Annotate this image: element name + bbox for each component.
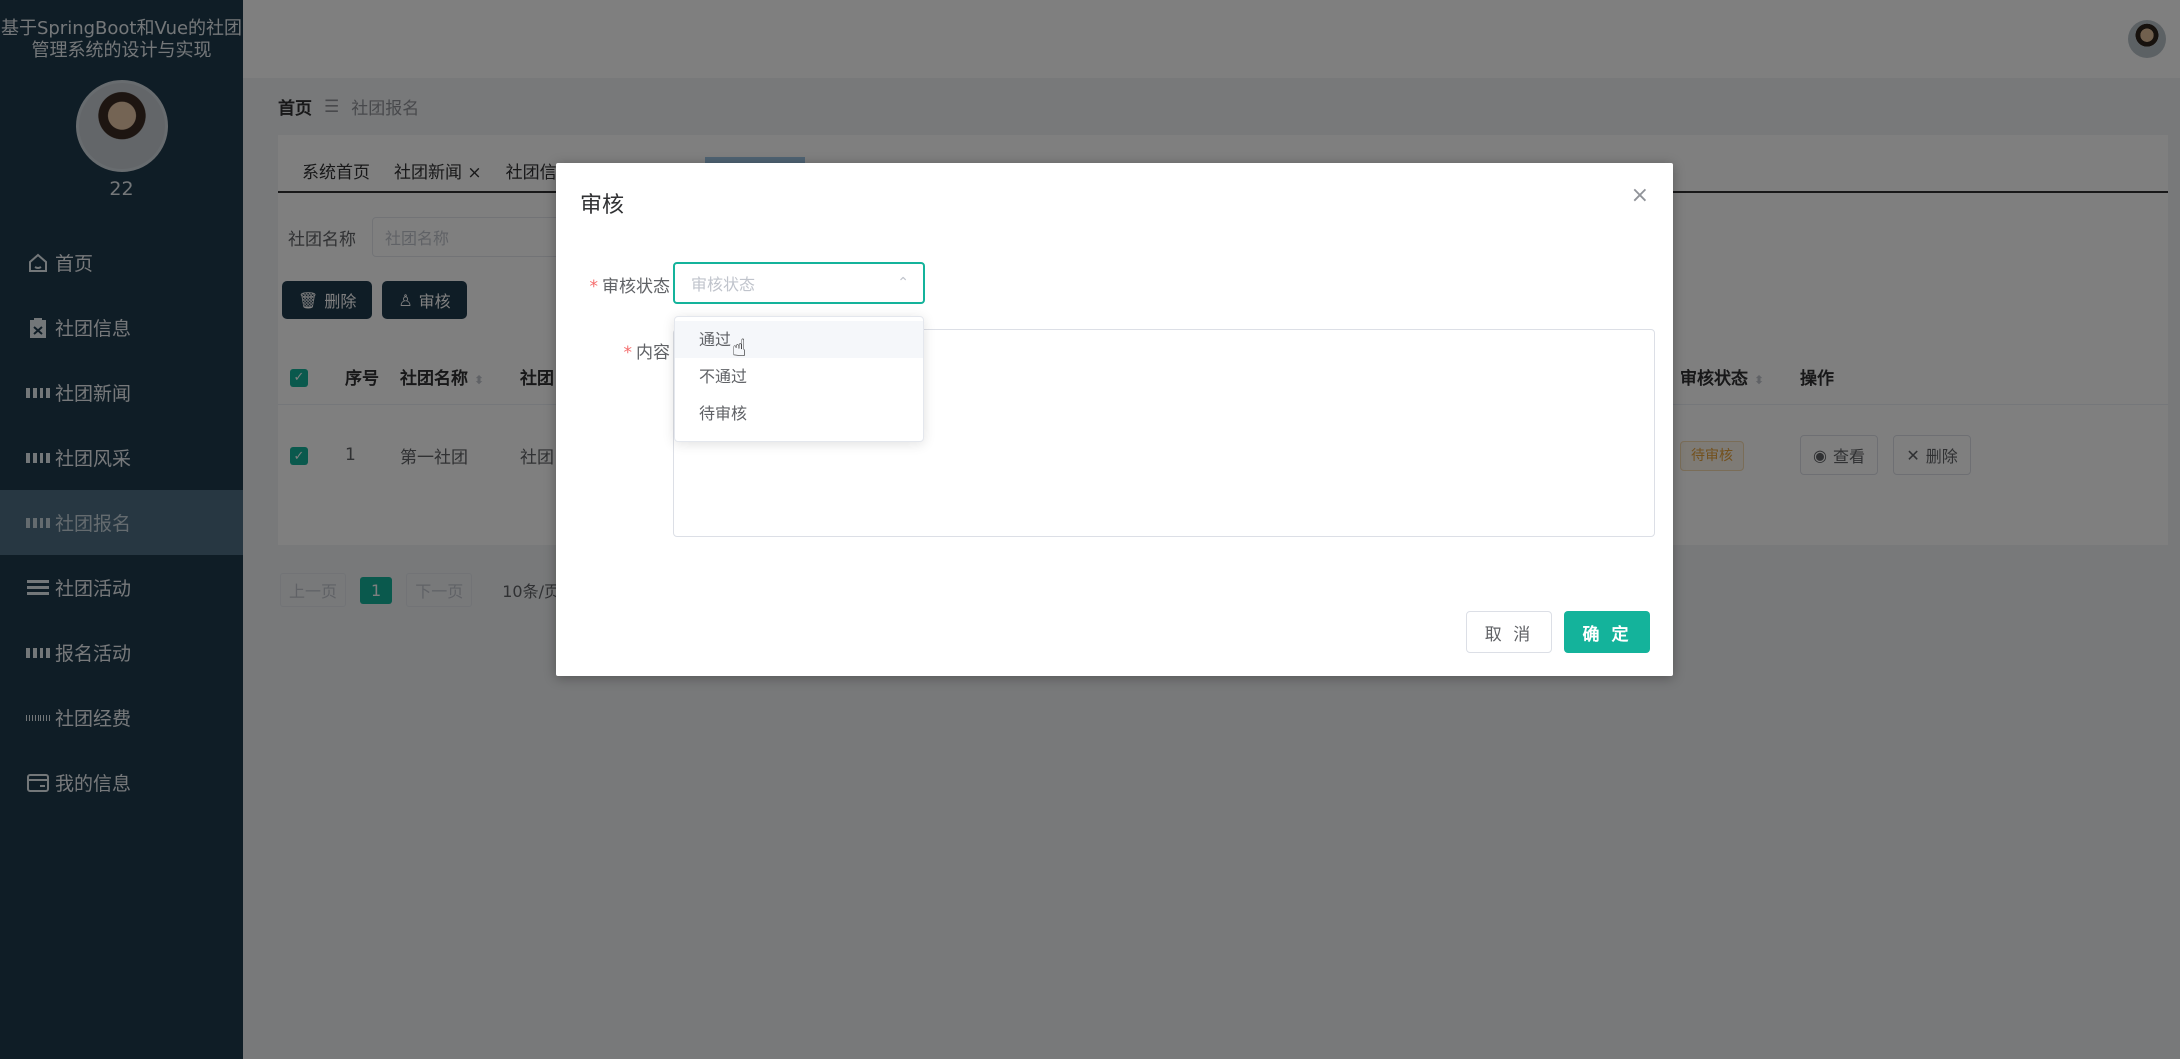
option-pass[interactable]: 通过	[675, 321, 923, 358]
option-reject[interactable]: 不通过	[675, 358, 923, 395]
status-select-placeholder: 审核状态	[691, 275, 756, 294]
status-label-text: 审核状态	[602, 277, 670, 297]
chevron-up-icon: ⌃	[897, 275, 909, 291]
hand-cursor-icon: ☝	[732, 334, 747, 362]
status-dropdown: 通过 不通过 待审核	[674, 316, 924, 442]
required-mark: *	[589, 277, 599, 297]
confirm-button[interactable]: 确 定	[1564, 611, 1650, 653]
required-mark: *	[623, 343, 633, 363]
dialog-title: 审核	[580, 193, 625, 218]
content-field-label: * 内容	[560, 338, 671, 363]
status-select[interactable]: 审核状态 ⌃	[673, 262, 925, 304]
audit-dialog: 审核 × * 审核状态 审核状态 ⌃ * 内容 通过 不通过 待审核 ☝ 取 消 确…	[556, 163, 1673, 676]
close-icon[interactable]: ×	[1631, 183, 1649, 208]
content-label-text: 内容	[636, 343, 670, 363]
cancel-button[interactable]: 取 消	[1466, 611, 1552, 653]
status-field-label: * 审核状态	[560, 272, 671, 297]
option-pending[interactable]: 待审核	[675, 395, 923, 432]
